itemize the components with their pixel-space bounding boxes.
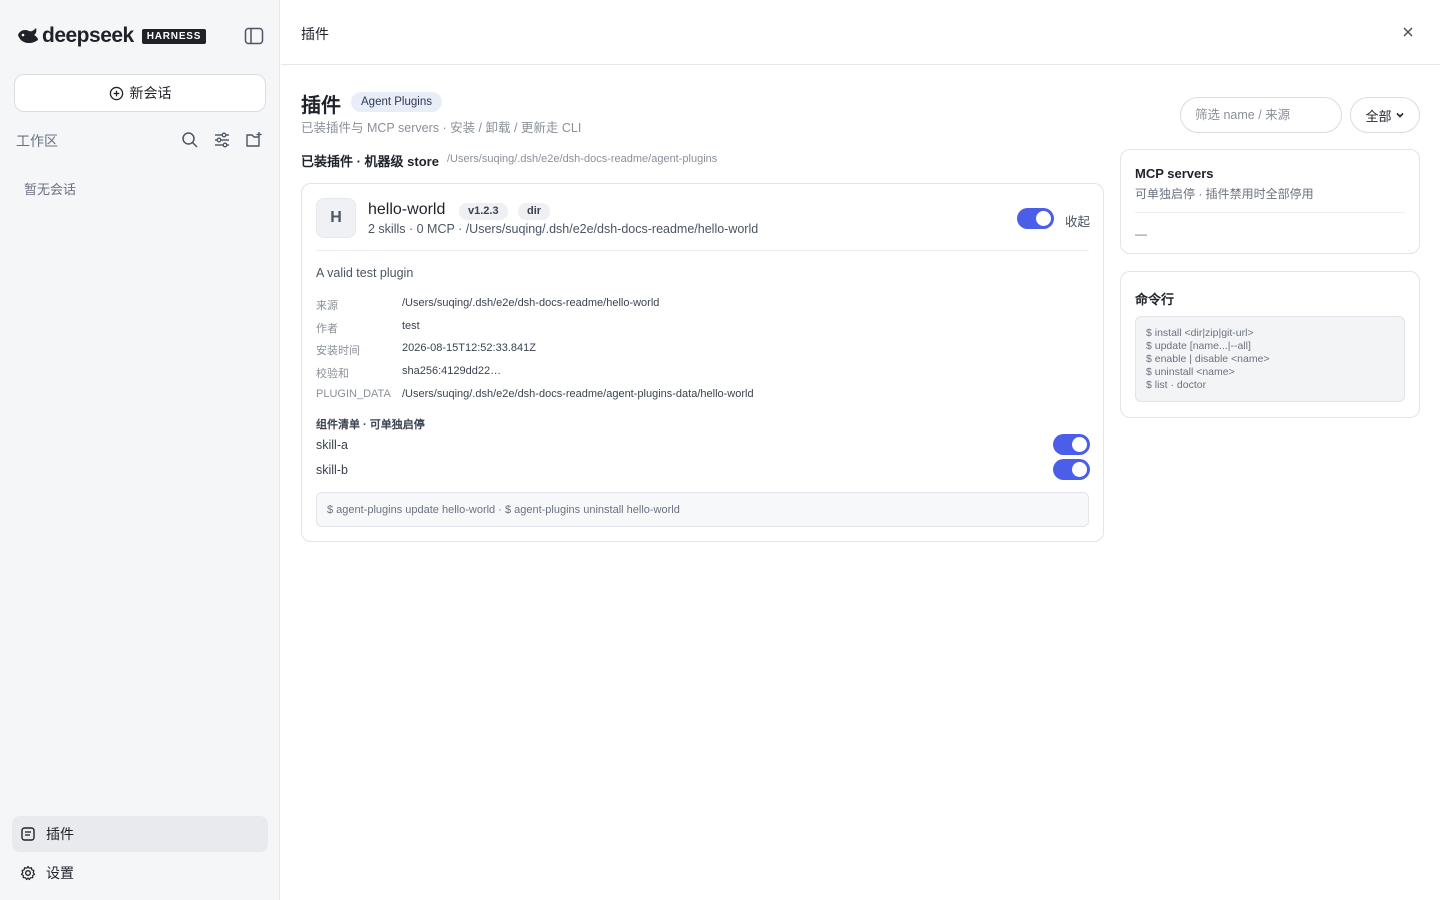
mcp-empty-text: — xyxy=(1135,227,1147,241)
cli-line: $ update [name...|--all] xyxy=(1146,340,1251,352)
section-path: /Users/suqing/.dsh/e2e/dsh-docs-readme/a… xyxy=(447,153,718,165)
component-toggle-skill-a[interactable] xyxy=(1053,434,1090,455)
type-tag: dir xyxy=(518,203,551,220)
mcp-servers-panel: MCP servers 可单独启停 · 插件禁用时全部停用 — xyxy=(1120,149,1420,254)
detail-key-source: 来源 xyxy=(316,300,338,312)
detail-key-author: 作者 xyxy=(316,323,338,335)
filter-sliders-icon[interactable] xyxy=(213,131,231,149)
detail-value-author: test xyxy=(402,320,420,332)
sidebar-toggle-icon[interactable] xyxy=(244,27,264,45)
plus-circle-icon xyxy=(109,86,123,100)
detail-value-install-time: 2026-08-15T12:52:33.841Z xyxy=(402,342,536,354)
cli-line: $ uninstall <name> xyxy=(1146,366,1235,378)
detail-key-plugin-data: PLUGIN_DATA xyxy=(316,388,391,400)
new-folder-icon[interactable] xyxy=(245,131,263,149)
plugin-description: A valid test plugin xyxy=(316,266,414,280)
nav-item-settings[interactable]: 设置 xyxy=(12,855,268,891)
cli-panel: 命令行 $ install <dir|zip|git-url> $ update… xyxy=(1120,271,1420,418)
detail-value-checksum: sha256:4129dd22… xyxy=(402,365,502,377)
component-name-skill-a: skill-a xyxy=(316,438,348,452)
new-chat-label: 新会话 xyxy=(129,85,172,101)
detail-key-install-time: 安装时间 xyxy=(316,345,360,357)
nav-item-plugins[interactable]: 插件 xyxy=(12,816,268,852)
cli-panel-title: 命令行 xyxy=(1135,292,1175,307)
whale-logo-icon xyxy=(18,28,38,44)
close-icon[interactable] xyxy=(1400,24,1416,40)
plugin-name: hello-world xyxy=(368,201,446,218)
detail-key-checksum: 校验和 xyxy=(316,368,349,380)
filter-input[interactable] xyxy=(1180,97,1342,133)
cli-commands-box: $ install <dir|zip|git-url> $ update [na… xyxy=(1135,316,1405,402)
cli-line: $ enable | disable <name> xyxy=(1146,353,1270,365)
mcp-panel-subtitle: 可单独启停 · 插件禁用时全部停用 xyxy=(1135,187,1314,201)
plugin-icon xyxy=(21,827,35,841)
page-badge: Agent Plugins xyxy=(351,92,442,112)
brand: deepseek HARNESS xyxy=(16,24,207,48)
chevron-down-icon xyxy=(1395,112,1404,118)
page-subtitle: 已装插件与 MCP servers · 安装 / 卸载 / 更新走 CLI xyxy=(301,121,582,135)
section-label: 已装插件 · 机器级 store xyxy=(301,154,439,169)
mcp-panel-title: MCP servers xyxy=(1135,166,1214,181)
search-icon[interactable] xyxy=(181,131,199,149)
filter-select-value: 全部 xyxy=(1365,108,1392,124)
plugin-card: H hello-world v1.2.3 dir 2 skills · 0 MC… xyxy=(301,183,1104,542)
nav-label-settings: 设置 xyxy=(46,865,74,881)
main-panel: 插件 插件 Agent Plugins 已装插件与 MCP servers · … xyxy=(281,0,1440,900)
collapse-button[interactable]: 收起 xyxy=(1065,211,1090,230)
version-tag: v1.2.3 xyxy=(459,203,508,220)
mcp-panel-divider xyxy=(1135,212,1405,213)
workspace-label: 工作区 xyxy=(16,133,58,149)
brand-name: deepseek xyxy=(42,24,134,47)
component-name-skill-b: skill-b xyxy=(316,463,348,477)
component-toggle-skill-b[interactable] xyxy=(1053,459,1090,480)
page-title: 插件 xyxy=(301,95,341,117)
card-divider xyxy=(316,250,1089,251)
topbar-title: 插件 xyxy=(301,26,329,42)
empty-conversations-text: 暂无会话 xyxy=(24,182,77,197)
plugin-enable-toggle[interactable] xyxy=(1017,208,1054,229)
new-chat-button[interactable]: 新会话 xyxy=(14,74,266,112)
cli-line: $ install <dir|zip|git-url> xyxy=(1146,327,1254,339)
brand-tag: HARNESS xyxy=(141,28,207,44)
plugin-avatar: H xyxy=(316,198,356,238)
command-box: $ agent-plugins update hello-world · $ a… xyxy=(316,492,1089,527)
topbar: 插件 xyxy=(281,0,1440,65)
components-title: 组件清单 · 可单独启停 xyxy=(316,419,425,431)
detail-value-plugin-data: /Users/suqing/.dsh/e2e/dsh-docs-readme/a… xyxy=(402,388,754,400)
detail-value-source: /Users/suqing/.dsh/e2e/dsh-docs-readme/h… xyxy=(402,297,660,309)
sidebar: deepseek HARNESS 新会话 工作区 暂无会话 插件 设置 xyxy=(0,0,280,900)
nav-label-plugins: 插件 xyxy=(46,826,74,842)
gear-icon xyxy=(20,865,36,881)
cli-line: $ list · doctor xyxy=(1146,379,1207,391)
plugin-meta: 2 skills · 0 MCP · /Users/suqing/.dsh/e2… xyxy=(368,222,759,236)
filter-select[interactable]: 全部 xyxy=(1350,97,1420,133)
